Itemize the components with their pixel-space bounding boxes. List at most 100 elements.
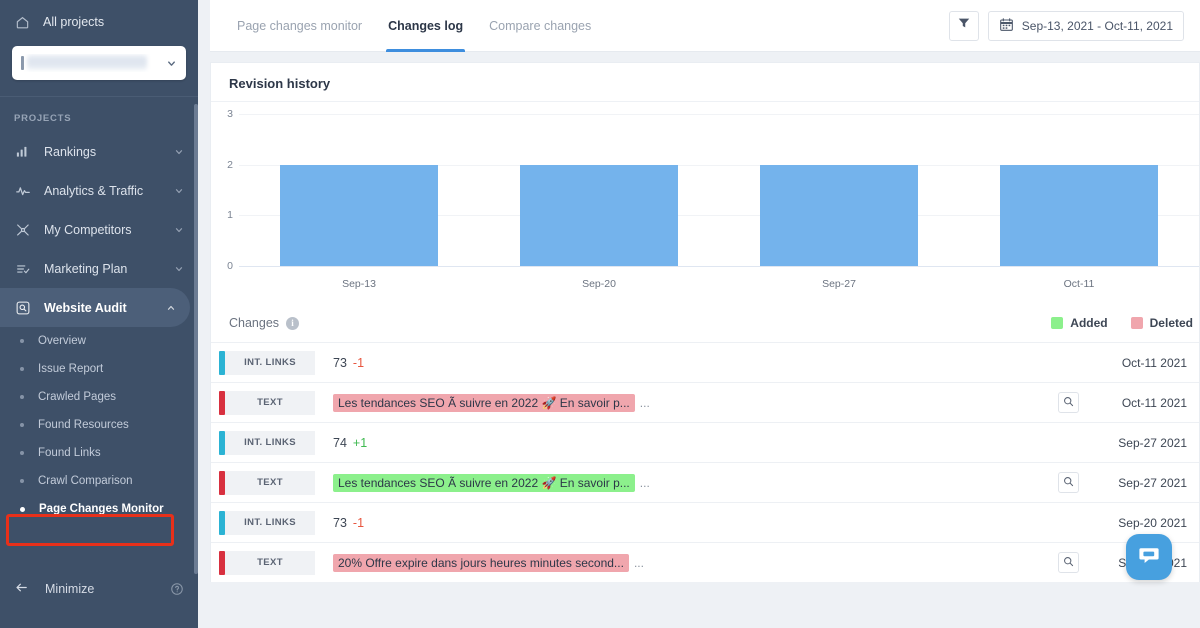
sidebar-subitem-page-changes-monitor[interactable]: Page Changes Monitor	[0, 495, 198, 523]
sidebar-all-projects-label: All projects	[43, 15, 105, 29]
sidebar-item-my-competitors[interactable]: My Competitors	[0, 210, 198, 249]
row-delta: +1	[352, 435, 368, 450]
legend-swatch-added	[1051, 317, 1064, 329]
row-text-ellipsis: ...	[639, 395, 650, 410]
row-text-highlight: Les tendances SEO Ã suivre en 2022 🚀 En …	[333, 393, 635, 412]
calendar-icon	[999, 17, 1014, 35]
table-row[interactable]: TEXT Les tendances SEO Ã suivre en 2022 …	[211, 382, 1199, 422]
row-count: 74	[333, 435, 347, 450]
table-row[interactable]: TEXT 20% Offre expire dans jours heures …	[211, 542, 1199, 582]
tag-label: TEXT	[225, 470, 315, 495]
row-inspect-button[interactable]	[1058, 552, 1079, 573]
chevron-down-icon	[173, 224, 184, 235]
tab-bar: Page changes monitor Changes log Compare…	[210, 0, 1200, 52]
info-icon[interactable]: i	[286, 316, 300, 330]
bullet-icon	[20, 367, 24, 371]
tab-label: Changes log	[388, 18, 464, 33]
tag-label: INT. LINKS	[225, 430, 315, 455]
row-type-tag: TEXT	[219, 470, 315, 495]
chart-bar[interactable]	[759, 164, 919, 266]
project-selector-wrap	[0, 44, 198, 96]
row-inspect-button[interactable]	[1058, 472, 1079, 493]
audit-magnifier-icon	[14, 299, 31, 316]
sidebar-subitem-crawl-comparison[interactable]: Crawl Comparison	[0, 467, 198, 495]
changes-legend: Added Deleted	[1051, 316, 1200, 330]
tab-compare-changes[interactable]: Compare changes	[476, 0, 604, 52]
chevron-down-icon	[165, 57, 177, 69]
bullet-icon	[20, 395, 24, 399]
sidebar-subitem-label: Crawl Comparison	[38, 475, 133, 487]
app-window: All projects PROJECTS Rankings Analytics…	[0, 0, 1200, 628]
bullet-icon	[20, 423, 24, 427]
row-inspect-button[interactable]	[1058, 392, 1079, 413]
chart-bar-column[interactable]	[479, 114, 719, 266]
sidebar-subitem-crawled-pages[interactable]: Crawled Pages	[0, 383, 198, 411]
bar-chart-icon	[14, 143, 31, 160]
sidebar-item-website-audit[interactable]: Website Audit	[0, 288, 190, 327]
row-text-ellipsis: ...	[639, 475, 650, 490]
sidebar-subitem-issue-report[interactable]: Issue Report	[0, 355, 198, 383]
table-row[interactable]: INT. LINKS 73 -1 Sep-20 2021	[211, 502, 1199, 542]
table-row[interactable]: INT. LINKS 74 +1 Sep-27 2021	[211, 422, 1199, 462]
row-text-highlight: Les tendances SEO Ã suivre en 2022 🚀 En …	[333, 473, 635, 492]
row-type-tag: INT. LINKS	[219, 510, 315, 535]
revision-history-card: Revision history 3 2 1 0 Sep-13 Sep-20 S…	[210, 62, 1200, 304]
row-date: Sep-27 2021	[1118, 435, 1187, 450]
activity-pulse-icon	[14, 182, 31, 199]
chart-bar-column[interactable]	[719, 114, 959, 266]
chevron-down-icon	[173, 146, 184, 157]
row-body: 73 -1	[315, 356, 1058, 370]
chart-bar[interactable]	[999, 164, 1159, 266]
chart-bar-column[interactable]	[239, 114, 479, 266]
row-text-highlight: 20% Offre expire dans jours heures minut…	[333, 553, 629, 572]
sidebar-subitem-overview[interactable]: Overview	[0, 327, 198, 355]
chat-widget-button[interactable]	[1126, 534, 1172, 580]
tab-label: Compare changes	[489, 18, 592, 33]
sidebar-item-label: Analytics & Traffic	[44, 183, 144, 198]
chart-bar[interactable]	[279, 164, 439, 266]
bullet-icon	[20, 506, 25, 512]
date-range-picker[interactable]: Sep-13, 2021 - Oct-11, 2021	[987, 10, 1184, 41]
sidebar-subitem-label: Crawled Pages	[38, 391, 116, 403]
sidebar-item-label: My Competitors	[44, 222, 132, 237]
row-body: 74 +1	[315, 436, 1058, 450]
changes-table: INT. LINKS 73 -1 Oct-11 2021 TEXT Les te…	[210, 342, 1200, 582]
x-axis-tick: Sep-20	[582, 278, 616, 290]
filter-button[interactable]	[948, 10, 979, 41]
table-row[interactable]: TEXT Les tendances SEO Ã suivre en 2022 …	[211, 462, 1199, 502]
project-selector[interactable]	[12, 46, 186, 80]
row-text-ellipsis: ...	[633, 555, 644, 570]
legend-swatch-deleted	[1130, 317, 1143, 329]
sidebar: All projects PROJECTS Rankings Analytics…	[0, 0, 198, 628]
sidebar-item-analytics-traffic[interactable]: Analytics & Traffic	[0, 171, 198, 210]
chart-bar[interactable]	[519, 164, 679, 266]
chat-bubble-icon	[1136, 542, 1162, 573]
tab-page-changes-monitor[interactable]: Page changes monitor	[224, 0, 375, 52]
sidebar-item-rankings[interactable]: Rankings	[0, 132, 198, 171]
sidebar-all-projects[interactable]: All projects	[0, 0, 198, 44]
y-axis-tick: 1	[227, 209, 233, 222]
chart-bar-column[interactable]	[959, 114, 1199, 266]
arrow-left-icon	[14, 580, 29, 598]
sidebar-minimize[interactable]: Minimize	[0, 572, 198, 606]
row-body: Les tendances SEO Ã suivre en 2022 🚀 En …	[315, 393, 1058, 412]
help-icon[interactable]	[170, 582, 184, 596]
table-row[interactable]: INT. LINKS 73 -1 Oct-11 2021	[211, 342, 1199, 382]
search-icon	[1063, 554, 1074, 572]
sidebar-subitem-label: Found Links	[38, 447, 101, 459]
y-axis-tick: 0	[227, 260, 233, 272]
competitors-icon	[14, 221, 31, 238]
sidebar-item-marketing-plan[interactable]: Marketing Plan	[0, 249, 198, 288]
row-date: Sep-20 2021	[1118, 515, 1187, 530]
search-icon	[1063, 474, 1074, 492]
sidebar-subitem-found-resources[interactable]: Found Resources	[0, 411, 198, 439]
legend-label: Added	[1070, 316, 1108, 330]
row-actions: Sep-27 2021	[1058, 436, 1187, 450]
filter-funnel-icon	[957, 16, 971, 35]
row-type-tag: INT. LINKS	[219, 430, 315, 455]
sidebar-subitem-found-links[interactable]: Found Links	[0, 439, 198, 467]
tab-changes-log[interactable]: Changes log	[375, 0, 476, 52]
chevron-down-icon	[173, 185, 184, 196]
sidebar-item-label: Marketing Plan	[44, 261, 128, 276]
row-actions: Sep-27 2021	[1058, 472, 1187, 493]
